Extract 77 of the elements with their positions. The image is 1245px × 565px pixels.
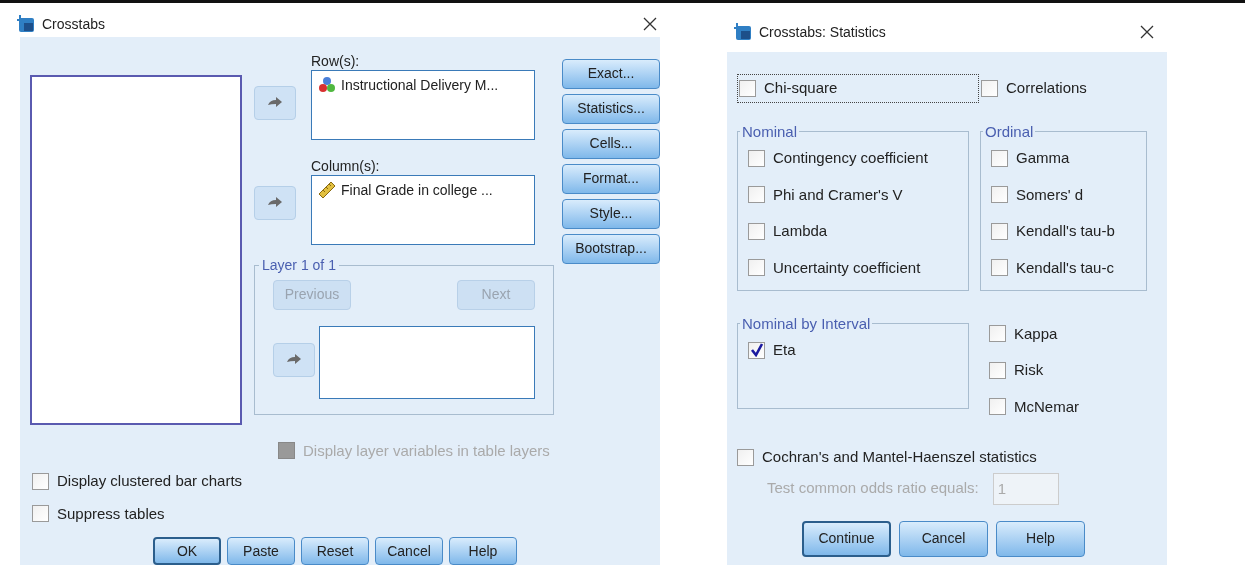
variable-list-box[interactable]: Final Grade in college ... [311,174,535,245]
rows-label: Row(s): [311,51,361,70]
checkbox-label[interactable]: Uncertainty coefficient [773,256,921,279]
checkbox[interactable] [989,398,1006,416]
move-arrow-button[interactable] [254,85,296,120]
dialog-button[interactable]: Help [449,537,517,565]
checkbox[interactable] [989,361,1006,379]
odds-ratio-label: Test common odds ratio equals: [767,478,979,499]
side-button[interactable]: Style... [562,198,660,229]
group-title: Nominal by Interval [741,313,872,334]
window-title: Crosstabs [42,14,106,34]
checkbox-label[interactable]: McNemar [1014,395,1079,418]
dialog-button[interactable]: OK [153,537,221,565]
checkbox-label[interactable]: Risk [1014,359,1044,382]
group-title: Ordinal [984,121,1035,142]
checkbox-label[interactable]: Chi-square [764,77,838,100]
checkbox[interactable] [991,259,1008,277]
checkbox[interactable] [991,222,1008,240]
checkbox[interactable] [748,149,765,167]
checkbox-label[interactable]: Lambda [773,220,828,243]
side-button[interactable]: Exact... [562,58,660,89]
checkbox-label[interactable]: Somers' d [1016,183,1084,206]
ruler-icon [318,181,336,199]
close-icon [643,17,657,32]
checkbox[interactable] [748,259,765,277]
checkbox[interactable] [991,186,1008,204]
columns-label: Column(s): [311,156,381,175]
dialog-button[interactable]: Help [996,520,1085,557]
group-title: Nominal [741,121,799,142]
side-button[interactable]: Statistics... [562,93,660,124]
side-button[interactable]: Cells... [562,128,660,159]
checkbox[interactable] [748,186,765,204]
side-button[interactable]: Format... [562,163,660,194]
move-arrow-button[interactable] [254,185,296,220]
checkbox[interactable] [32,472,49,490]
dialog-button[interactable]: Reset [301,537,369,565]
side-button[interactable]: Bootstrap... [562,233,660,264]
variable-list-box[interactable]: Instructional Delivery M... [311,69,535,140]
dialog-button[interactable]: Cancel [899,520,988,557]
variable-item[interactable]: Instructional Delivery M... [341,74,499,96]
checkbox[interactable] [991,149,1008,167]
layer-variable-box[interactable] [319,325,535,399]
checkmark-icon [749,343,764,358]
source-variable-list[interactable] [30,74,242,425]
checkbox-label[interactable]: Suppress tables [57,502,165,525]
move-arrow-button[interactable] [273,342,315,377]
checkbox-label[interactable]: Display clustered bar charts [57,470,243,493]
checkbox[interactable] [32,505,49,523]
checkbox-label[interactable]: Contingency coefficient [773,147,928,170]
dialog-button[interactable]: Paste [227,537,295,565]
checkbox-label[interactable]: Gamma [1016,147,1070,170]
checkbox[interactable] [737,448,754,466]
checkbox[interactable] [981,79,998,97]
dialog-button[interactable]: Continue [802,520,891,557]
close-icon [1140,25,1154,39]
dialog-button[interactable]: Cancel [375,537,443,565]
layer-group-title: Layer 1 of 1 [261,255,337,275]
app-icon [16,14,36,35]
checkbox-label[interactable]: Kendall's tau-b [1016,220,1115,243]
checkbox[interactable] [989,325,1006,343]
three-balls-icon [318,76,336,94]
checkbox[interactable] [748,222,765,240]
focus-outline[interactable]: Chi-square [737,74,979,103]
arrow-icon [267,95,283,110]
checkbox-label[interactable]: Correlations [1006,77,1087,100]
arrow-icon [267,195,283,210]
checkbox-label[interactable]: Kendall's tau-c [1016,256,1114,279]
variable-item[interactable]: Final Grade in college ... [341,179,493,201]
checkbox-label[interactable]: Kappa [1014,322,1058,345]
window-title: Crosstabs: Statistics [759,22,886,42]
checkbox-label[interactable]: Phi and Cramer's V [773,183,903,206]
checkbox-label[interactable]: Cochran's and Mantel-Haenszel statistics [762,446,1037,469]
checkbox-label[interactable]: Eta [773,339,796,362]
app-icon [733,22,753,42]
arrow-icon [286,352,302,367]
checkbox[interactable] [739,79,756,97]
checkbox[interactable] [748,341,765,359]
